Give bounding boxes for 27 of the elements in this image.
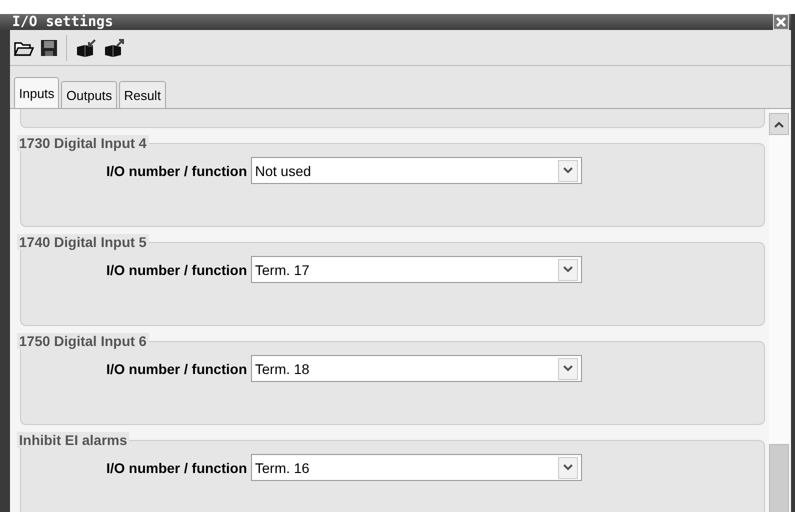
field-label: I/O number / function bbox=[105, 460, 248, 476]
dropdown[interactable]: Term. 17 bbox=[251, 256, 582, 283]
field-label: I/O number / function bbox=[105, 162, 248, 178]
close-icon bbox=[775, 16, 787, 28]
dropdown[interactable]: Not used bbox=[251, 157, 582, 184]
dropdown[interactable]: Term. 16 bbox=[251, 454, 582, 481]
scrollbar[interactable] bbox=[769, 109, 791, 512]
save-button[interactable] bbox=[40, 38, 58, 56]
tab[interactable]: Result bbox=[118, 81, 166, 108]
chevron-up-icon bbox=[774, 120, 784, 128]
group-title: 1730 Digital Input 4 bbox=[17, 135, 149, 151]
window-title: I/O settings bbox=[12, 14, 114, 30]
tab[interactable]: Outputs bbox=[61, 81, 117, 108]
field-label: I/O number / function bbox=[105, 360, 248, 376]
import-button[interactable] bbox=[75, 38, 97, 56]
close-button[interactable] bbox=[773, 14, 789, 30]
box-arrow-out-icon bbox=[103, 38, 125, 56]
group-title: 1750 Digital Input 6 bbox=[17, 333, 149, 349]
scroll-thumb[interactable] bbox=[769, 444, 789, 512]
box-arrow-in-icon bbox=[75, 38, 97, 56]
scroll-up-button[interactable] bbox=[769, 113, 789, 135]
field-label: I/O number / function bbox=[105, 262, 248, 278]
group-title: 1740 Digital Input 5 bbox=[17, 234, 149, 250]
dropdown[interactable]: Term. 18 bbox=[251, 355, 582, 382]
tab[interactable]: Inputs bbox=[14, 77, 60, 108]
group-title: Inhibit EI alarms bbox=[17, 432, 130, 448]
export-button[interactable] bbox=[103, 38, 125, 56]
